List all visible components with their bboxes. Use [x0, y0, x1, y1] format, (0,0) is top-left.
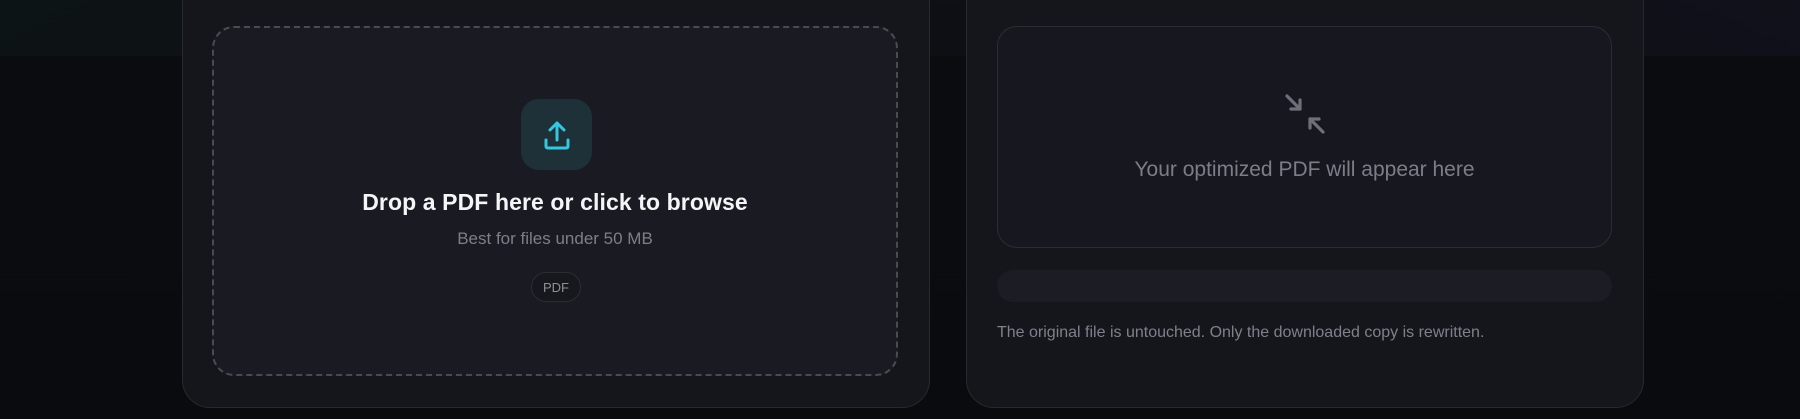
dropzone-subtitle: Best for files under 50 MB — [457, 229, 653, 248]
progress-bar — [997, 270, 1612, 302]
shrink-arrows-icon — [1285, 94, 1325, 134]
result-placeholder-box — [997, 26, 1612, 248]
dropzone-title: Drop a PDF here or click to browse — [362, 189, 748, 215]
upload-icon — [544, 121, 569, 149]
original-file-note: The original file is untouched. Only the… — [997, 324, 1485, 341]
page: Drop a PDF here or click to browse Best … — [0, 0, 1800, 419]
format-chip-pdf: PDF — [531, 272, 581, 302]
upload-icon-tile — [521, 99, 592, 170]
result-placeholder-text: Your optimized PDF will appear here — [1134, 158, 1475, 181]
